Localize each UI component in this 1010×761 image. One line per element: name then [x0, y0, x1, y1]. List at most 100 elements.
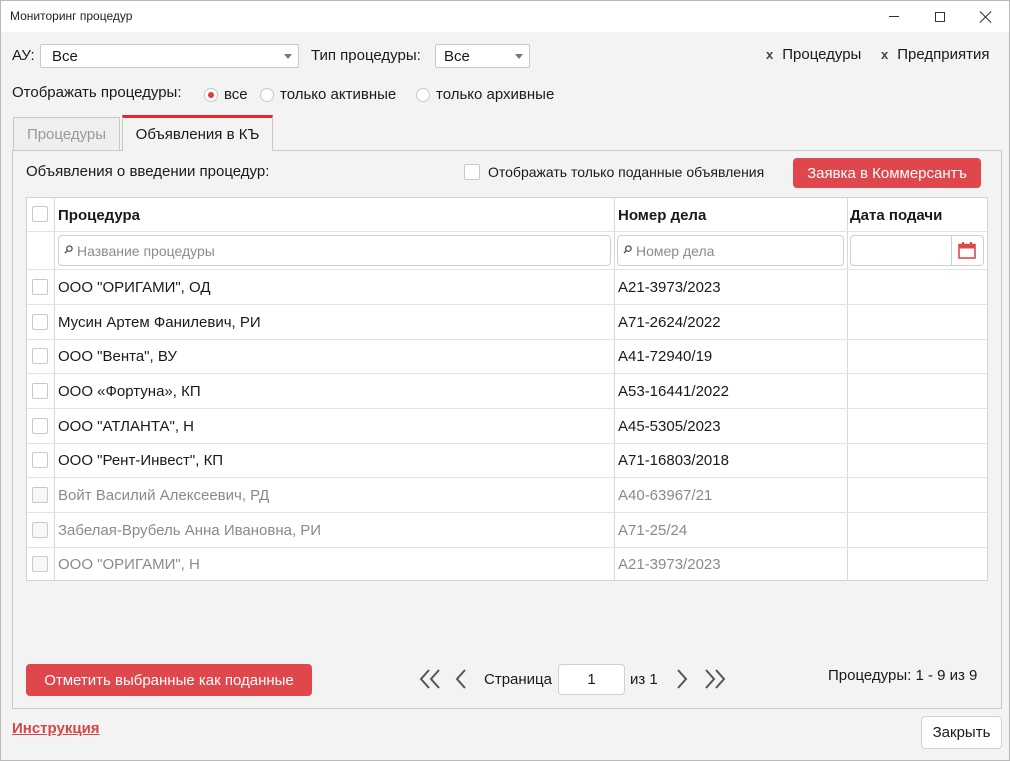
tab-procedures[interactable]: Процедуры — [13, 117, 120, 151]
row-procedure-name: Забелая-Врубель Анна Ивановна, РИ — [58, 522, 322, 539]
radio-dot[interactable] — [204, 87, 218, 102]
row-procedure-name: ООО "Вента", ВУ — [58, 348, 177, 365]
row-checkbox[interactable] — [32, 556, 48, 572]
close-icon — [980, 11, 992, 23]
select-all-checkbox[interactable] — [32, 206, 48, 222]
row-checkbox[interactable] — [32, 314, 48, 330]
chevron-down-icon — [284, 54, 292, 59]
kommersant-request-button[interactable]: Заявка в Коммерсантъ — [793, 158, 981, 188]
only-submitted-label: Отображать только поданные объявления — [488, 164, 765, 180]
table-row[interactable]: ООО "ОРИГАМИ", Н А21-3973/2023 — [27, 547, 987, 582]
row-checkbox[interactable] — [32, 279, 48, 295]
section-label: Объявления о введении процедур: — [26, 163, 270, 180]
header-divider — [27, 231, 987, 232]
au-select-value: Все — [52, 48, 78, 65]
next-page-icon[interactable] — [675, 668, 689, 690]
only-submitted-checkbox[interactable] — [464, 164, 480, 180]
table-row[interactable]: Мусин Артем Фанилевич, РИ А71-2624/2022 — [27, 305, 987, 340]
row-procedure-name: Войт Василий Алексеевич, РД — [58, 487, 270, 504]
search-icon — [64, 245, 73, 254]
procedure-name-filter-placeholder: Название процедуры — [77, 243, 215, 259]
link-procedures-label: Процедуры — [782, 46, 862, 63]
row-case-number: А53-16441/2022 — [618, 383, 729, 400]
table-row[interactable]: ООО «Фортуна», КП А53-16441/2022 — [27, 374, 987, 409]
row-checkbox[interactable] — [32, 522, 48, 538]
search-icon — [623, 245, 632, 254]
radio-active-only[interactable]: только активные — [260, 86, 396, 103]
procedure-name-filter[interactable]: Название процедуры — [58, 235, 611, 266]
column-header-submit-date[interactable]: Дата подачи — [850, 207, 942, 224]
row-case-number: А71-2624/2022 — [618, 314, 721, 331]
radio-dot[interactable] — [416, 87, 430, 102]
case-number-filter[interactable]: Номер дела — [617, 235, 844, 266]
display-label: Отображать процедуры: — [12, 84, 182, 101]
close-button-label: Закрыть — [932, 724, 991, 741]
submit-date-filter[interactable] — [850, 235, 984, 266]
row-case-number: А21-3973/2023 — [618, 279, 721, 296]
radio-dot[interactable] — [260, 87, 274, 102]
kommersant-request-label: Заявка в Коммерсантъ — [807, 164, 967, 182]
column-header-case-number[interactable]: Номер дела — [618, 207, 706, 224]
window-close-button[interactable] — [963, 1, 1009, 32]
link-enterprises-label: Предприятия — [897, 46, 990, 63]
table-row[interactable]: ООО "ОРИГАМИ", ОД А21-3973/2023 — [27, 270, 987, 305]
last-page-icon[interactable] — [703, 668, 727, 690]
minimize-icon — [889, 16, 899, 17]
table-row[interactable]: Войт Василий Алексеевич, РД А40-63967/21 — [27, 478, 987, 513]
procedure-type-value: Все — [444, 48, 470, 65]
row-case-number: А45-5305/2023 — [618, 418, 721, 435]
tab-kommersant-label: Объявления в КЪ — [135, 126, 260, 143]
chevron-down-icon — [515, 54, 523, 59]
row-checkbox[interactable] — [32, 348, 48, 364]
row-checkbox[interactable] — [32, 418, 48, 434]
radio-all[interactable]: все — [204, 86, 248, 103]
mark-submitted-button[interactable]: Отметить выбранные как поданные — [26, 664, 312, 696]
page-number-input[interactable]: 1 — [558, 664, 625, 695]
row-case-number: А71-16803/2018 — [618, 452, 729, 469]
table-row[interactable]: Забелая-Врубель Анна Ивановна, РИ А71-25… — [27, 513, 987, 548]
window-title: Мониторинг процедур — [10, 9, 133, 23]
row-case-number: А41-72940/19 — [618, 348, 713, 365]
procedure-type-label: Тип процедуры: — [311, 47, 421, 64]
row-checkbox[interactable] — [32, 383, 48, 399]
row-case-number: А40-63967/21 — [618, 487, 713, 504]
page-label: Страница — [484, 671, 552, 688]
tab-kommersant-announcements[interactable]: Объявления в КЪ — [122, 115, 273, 151]
title-bar: Мониторинг процедур — [1, 1, 1009, 32]
page-of-label: из 1 — [630, 671, 658, 688]
row-procedure-name: ООО "ОРИГАМИ", ОД — [58, 279, 211, 296]
procedures-table: Процедура Номер дела Дата подачи Названи… — [26, 197, 988, 581]
records-summary: Процедуры: 1 - 9 из 9 — [828, 667, 978, 684]
au-select[interactable]: Все — [40, 44, 299, 68]
x-icon: x — [881, 47, 889, 62]
maximize-button[interactable] — [917, 1, 963, 32]
mark-submitted-label: Отметить выбранные как поданные — [44, 671, 294, 689]
radio-archive-only[interactable]: только архивные — [416, 86, 554, 103]
prev-page-icon[interactable] — [454, 668, 468, 690]
tab-procedures-label: Процедуры — [26, 126, 107, 143]
close-button[interactable]: Закрыть — [921, 716, 1002, 749]
row-checkbox[interactable] — [32, 487, 48, 503]
first-page-icon[interactable] — [418, 668, 442, 690]
au-label: АУ: — [12, 47, 35, 64]
radio-active-label: только активные — [280, 86, 397, 103]
calendar-icon[interactable] — [958, 242, 976, 259]
row-case-number: А71-25/24 — [618, 522, 688, 539]
table-row[interactable]: ООО "АТЛАНТА", Н А45-5305/2023 — [27, 409, 987, 444]
row-case-number: А21-3973/2023 — [618, 556, 721, 573]
instruction-link[interactable]: Инструкция — [12, 720, 100, 737]
table-row[interactable]: ООО "Вента", ВУ А41-72940/19 — [27, 339, 987, 374]
procedure-type-select[interactable]: Все — [435, 44, 530, 68]
link-enterprises[interactable]: x Предприятия — [881, 46, 989, 63]
row-procedure-name: ООО «Фортуна», КП — [58, 383, 201, 400]
date-picker-divider — [951, 236, 952, 265]
row-procedure-name: ООО "ОРИГАМИ", Н — [58, 556, 200, 573]
column-header-procedure[interactable]: Процедура — [58, 207, 140, 224]
minimize-button[interactable] — [871, 1, 917, 32]
radio-archive-label: только архивные — [436, 86, 555, 103]
radio-all-label: все — [224, 86, 248, 103]
table-row[interactable]: ООО "Рент-Инвест", КП А71-16803/2018 — [27, 443, 987, 478]
row-checkbox[interactable] — [32, 452, 48, 468]
link-procedures[interactable]: x Процедуры — [766, 46, 861, 63]
row-procedure-name: Мусин Артем Фанилевич, РИ — [58, 314, 261, 331]
